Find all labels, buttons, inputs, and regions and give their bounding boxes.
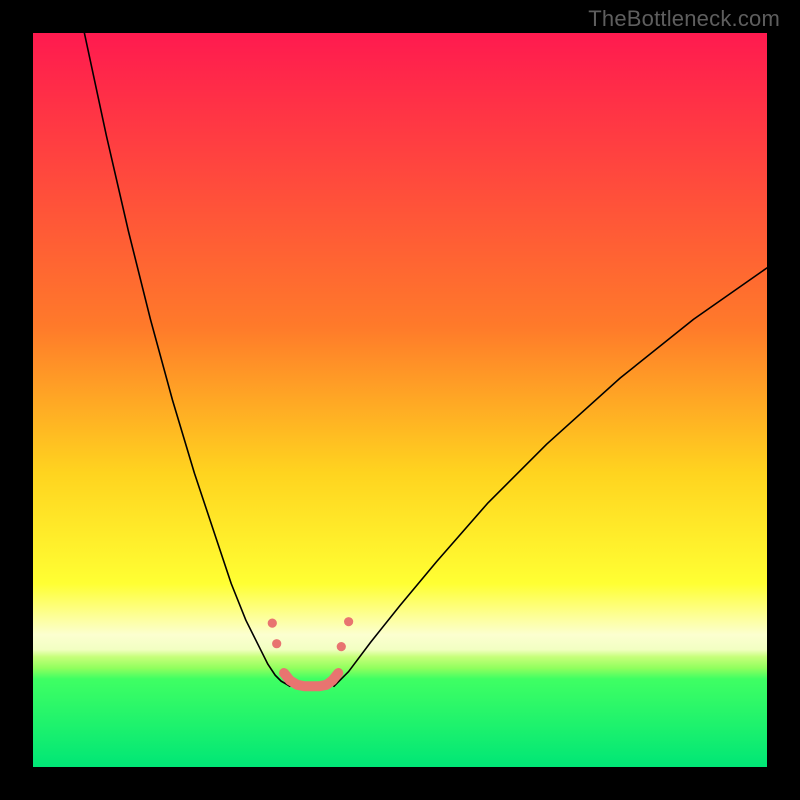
marker-dot bbox=[268, 619, 277, 628]
marker-dot bbox=[337, 642, 346, 651]
marker-dot bbox=[344, 617, 353, 626]
watermark-text: TheBottleneck.com bbox=[588, 6, 780, 32]
gradient-background bbox=[33, 33, 767, 767]
chart-frame: TheBottleneck.com bbox=[0, 0, 800, 800]
plot-svg bbox=[33, 33, 767, 767]
marker-dot bbox=[272, 639, 281, 648]
plot-area bbox=[33, 33, 767, 767]
